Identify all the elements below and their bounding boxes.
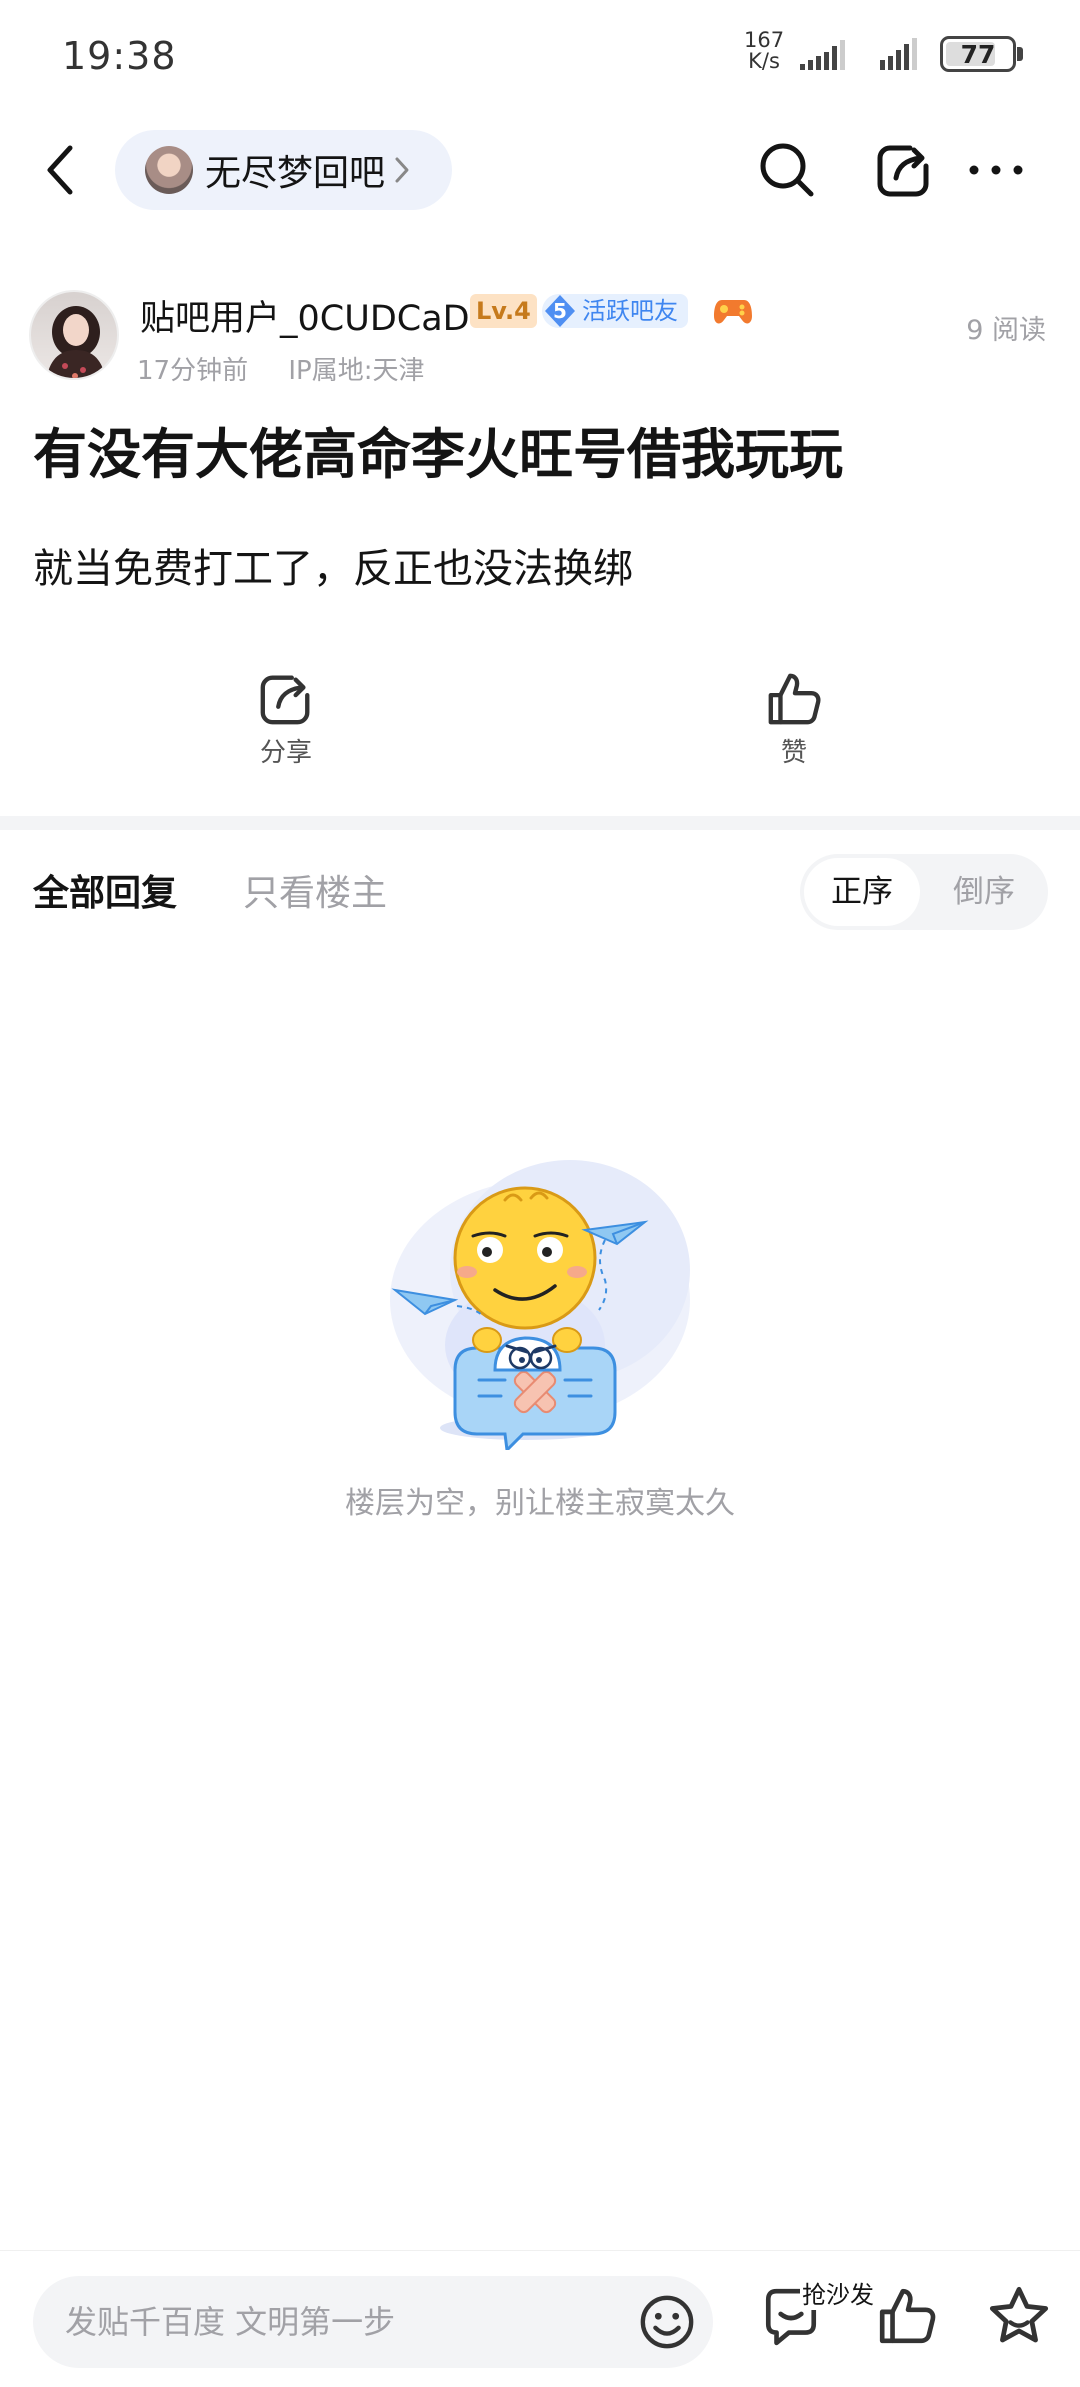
signal-icon: [800, 40, 845, 70]
status-bar: 19:38 167 K/s 77: [0, 0, 1080, 110]
empty-state-illustration: [390, 1160, 690, 1450]
bottom-bar: 发贴千百度 文明第一步 抢沙发: [0, 2250, 1080, 2387]
share-button[interactable]: [872, 138, 936, 202]
chevron-right-icon: [393, 155, 411, 185]
network-speed-value: 167: [744, 28, 785, 52]
network-speed-unit: K/s: [748, 49, 780, 73]
active-level-badge: 5: [544, 294, 576, 328]
active-level: 5: [553, 299, 567, 323]
tab-op-only[interactable]: 只看楼主: [243, 864, 387, 916]
post-actions: 分享 赞: [0, 670, 1080, 790]
chevron-left-icon: [47, 145, 73, 195]
comment-placeholder: 发贴千百度 文明第一步: [65, 2303, 396, 2341]
favorite-button[interactable]: [984, 2281, 1054, 2351]
battery-percent: 77: [960, 40, 996, 69]
tab-all-replies[interactable]: 全部回复: [33, 864, 177, 916]
status-time: 19:38: [62, 34, 177, 78]
more-icon: [969, 165, 1023, 175]
more-button[interactable]: [964, 138, 1028, 202]
star-icon: [989, 2286, 1049, 2343]
reply-tabs: 全部回复 只看楼主 正序 倒序: [0, 854, 1080, 934]
emoji-icon: [640, 2295, 694, 2349]
gamepad-icon: [714, 300, 752, 324]
like-label: 赞: [780, 738, 807, 768]
author-name[interactable]: 贴吧用户_0CUDCaD: [140, 290, 470, 341]
read-count: 9 阅读: [966, 315, 1046, 346]
post-content: 就当免费打工了，反正也没法换绑: [33, 546, 633, 592]
share-label: 分享: [259, 738, 312, 768]
post-author-row: 贴吧用户_0CUDCaD Lv.4 5 活跃吧友 17分钟前 IP属地:天津 9…: [0, 290, 1080, 390]
back-button[interactable]: [30, 138, 94, 202]
emoji-button[interactable]: [637, 2292, 697, 2352]
sofa-label: 抢沙发: [800, 2275, 876, 2310]
sort-toggle: 正序 倒序: [800, 854, 1048, 930]
battery-icon: 77: [940, 36, 1016, 72]
author-avatar[interactable]: [29, 290, 119, 380]
battery-tip: [1017, 47, 1023, 61]
forum-avatar: [145, 146, 193, 194]
post-title: 有没有大佬高命李火旺号借我玩玩: [33, 423, 843, 486]
thumbs-up-icon: [768, 673, 821, 725]
post-time: 17分钟前: [137, 356, 249, 386]
comment-input[interactable]: 发贴千百度 文明第一步: [33, 2276, 713, 2368]
avatar-portrait: [46, 306, 106, 378]
forum-name: 无尽梦回吧: [205, 153, 386, 194]
share-icon: [260, 675, 310, 725]
signal-icon-sim2: [880, 38, 917, 70]
top-nav: 无尽梦回吧: [0, 120, 1080, 220]
like-action[interactable]: 赞: [714, 670, 874, 769]
network-speed: 167 K/s: [744, 30, 784, 72]
active-member-badge: 5 活跃吧友: [542, 294, 688, 328]
post-meta: 17分钟前 IP属地:天津: [137, 350, 456, 387]
sort-ascending-button[interactable]: 正序: [804, 858, 920, 926]
share-icon: [877, 145, 929, 197]
share-action[interactable]: 分享: [206, 670, 366, 769]
section-divider: [0, 816, 1080, 830]
search-icon: [760, 143, 814, 197]
empty-state-text: 楼层为空，别让楼主寂寞太久: [345, 1486, 735, 1521]
sort-descending-button[interactable]: 倒序: [926, 858, 1042, 926]
like-button[interactable]: [872, 2281, 942, 2351]
forum-link[interactable]: 无尽梦回吧: [115, 130, 452, 210]
thumbs-up-icon: [879, 2288, 936, 2344]
level-badge: Lv.4: [470, 294, 537, 328]
active-badge-label: 活跃吧友: [582, 297, 678, 325]
search-button[interactable]: [755, 138, 819, 202]
ip-location: IP属地:天津: [288, 356, 425, 386]
